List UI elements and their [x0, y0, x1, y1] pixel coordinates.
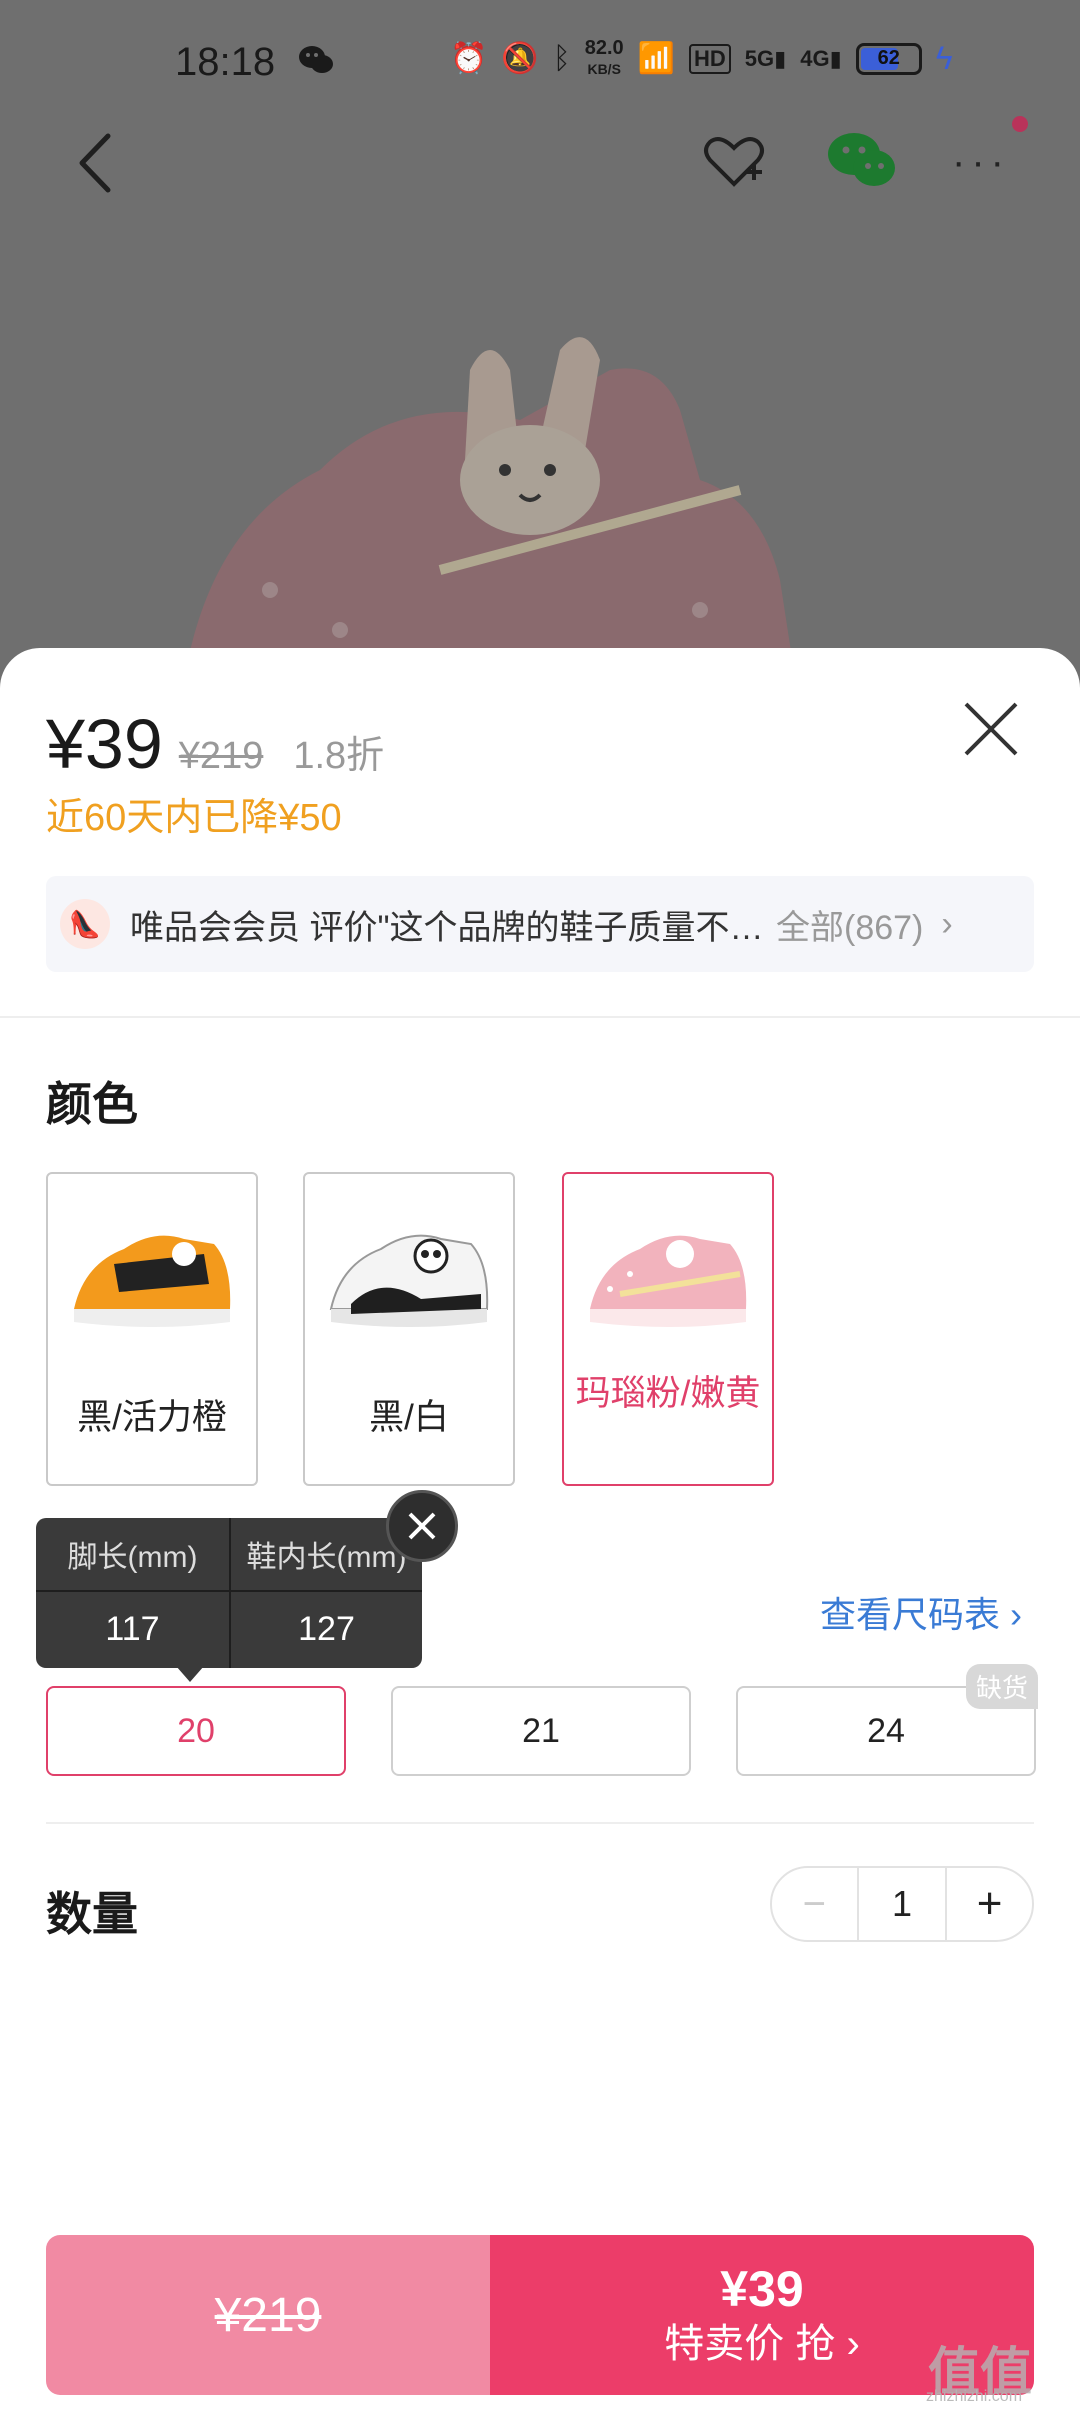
buy-original-price: ¥219 — [214, 2288, 322, 2342]
quantity-minus-button[interactable]: − — [772, 1868, 859, 1940]
notification-dot — [1012, 116, 1028, 132]
size-chart-label: 查看尺码表 — [820, 1594, 1001, 1635]
divider — [0, 1016, 1080, 1018]
sku-selector-sheet: ¥39 ¥219 1.8折 近60天内已降¥50 👠 唯品会会员 评价"这个品牌… — [0, 648, 1080, 2412]
color-section-title: 颜色 — [46, 1078, 138, 1130]
divider — [46, 1822, 1034, 1824]
size-option-label: 21 — [522, 1711, 560, 1750]
size-detail-tooltip: 脚长(mm) 117 鞋内长(mm) 127 — [36, 1518, 422, 1682]
buy-action-label: 特卖价 抢 › — [664, 2322, 860, 2366]
back-arrow-icon[interactable] — [72, 130, 122, 196]
signal-5g-icon: 5G▮ — [744, 45, 787, 71]
close-icon[interactable] — [960, 698, 1022, 760]
battery-icon: 62 — [855, 42, 922, 75]
signal-4g-label: 4G — [800, 45, 830, 71]
quantity-plus-button[interactable]: + — [945, 1868, 1032, 1940]
review-summary-bar[interactable]: 👠 唯品会会员 评价"这个品牌的鞋子质量不… 全部(867) › — [46, 876, 1034, 972]
size-option-21[interactable]: 21 — [391, 1686, 691, 1776]
net-speed-value: 82.0 — [584, 37, 624, 59]
more-options-icon[interactable]: ··· — [952, 140, 1010, 185]
buy-sale-price: ¥39 — [720, 2261, 804, 2317]
tooltip-arrow — [176, 1666, 204, 1682]
wifi-icon: 📶 — [637, 42, 676, 75]
sale-price: ¥39 — [46, 705, 163, 783]
product-page-backdrop[interactable]: 18:18 ⏰ 🔕 ᛒ 82.0 KB/S 📶 HD 5G▮ 4G▮ 62 ϟ — [0, 0, 1080, 700]
wechat-notification-icon — [299, 46, 333, 73]
signal-4g-icon: 4G▮ — [800, 45, 842, 71]
hd-icon: HD — [689, 43, 731, 74]
shoe-thumbnail-orange — [74, 1235, 231, 1327]
net-speed: 82.0 KB/S — [585, 38, 624, 79]
quantity-stepper: − 1 + — [770, 1866, 1034, 1942]
discount-rate: 1.8折 — [293, 735, 385, 777]
wechat-share-icon[interactable] — [826, 130, 896, 192]
size-option-label: 20 — [177, 1711, 215, 1750]
color-option-black-white[interactable]: 黑/白 — [303, 1172, 515, 1486]
status-icons: ⏰ 🔕 ᛒ 82.0 KB/S 📶 HD 5G▮ 4G▮ 62 ϟ — [450, 38, 953, 79]
color-option-label: 黑/活力橙 — [77, 1398, 227, 1437]
signal-5g-label: 5G — [744, 45, 775, 71]
bluetooth-icon: ᛒ — [552, 41, 571, 75]
size-option-24[interactable]: 24 缺货 — [736, 1664, 1038, 1776]
shoe-avatar-icon: 👠 — [60, 899, 110, 949]
charging-icon: ϟ — [935, 40, 953, 76]
original-price: ¥219 — [178, 735, 264, 777]
tooltip-close-icon[interactable] — [386, 1490, 458, 1562]
quantity-value[interactable]: 1 — [859, 1883, 946, 1925]
color-option-agate-pink[interactable]: 玛瑙粉/嫩黄 — [562, 1172, 774, 1486]
price-row: ¥39 ¥219 1.8折 — [46, 704, 384, 784]
color-option-label: 玛瑙粉/嫩黄 — [575, 1374, 761, 1413]
sold-out-badge: 缺货 — [965, 1664, 1038, 1709]
purchase-bar: ¥219 ¥39 特卖价 抢 › — [46, 2235, 1034, 2395]
review-count-link[interactable]: 全部(867) — [776, 900, 923, 949]
size-option-label: 24 — [867, 1711, 905, 1750]
alarm-icon: ⏰ — [450, 42, 488, 75]
size-option-20[interactable]: 20 — [46, 1686, 346, 1776]
top-nav: ··· — [0, 116, 1080, 200]
mute-icon: 🔕 — [501, 42, 539, 75]
quantity-section-title: 数量 — [46, 1888, 138, 1940]
chevron-right-icon: › — [1010, 1594, 1023, 1635]
foot-length-value: 117 — [105, 1609, 160, 1648]
favorite-heart-icon[interactable] — [702, 132, 766, 192]
price-drop-note: 近60天内已降¥50 — [46, 797, 342, 839]
inner-length-value: 127 — [298, 1609, 355, 1648]
net-speed-unit: KB/S — [587, 61, 621, 77]
foot-length-column: 脚长(mm) 117 — [36, 1518, 229, 1668]
status-time: 18:18 — [175, 40, 276, 84]
foot-length-header: 脚长(mm) — [36, 1518, 229, 1592]
size-chart-link[interactable]: 查看尺码表 › — [820, 1586, 1022, 1638]
battery-level: 62 — [877, 47, 900, 69]
color-option-black-orange[interactable]: 黑/活力橙 — [46, 1172, 258, 1486]
status-bar: 18:18 ⏰ 🔕 ᛒ 82.0 KB/S 📶 HD 5G▮ 4G▮ 62 ϟ — [0, 0, 1080, 120]
original-price-button[interactable]: ¥219 — [46, 2235, 490, 2395]
shoe-thumbnail-panda — [329, 1234, 489, 1327]
product-hero-image — [181, 337, 799, 700]
review-snippet: 唯品会会员 评价"这个品牌的鞋子质量不… — [130, 908, 764, 947]
chevron-right-icon: › — [941, 904, 953, 943]
shoe-thumbnail-pink — [590, 1235, 747, 1327]
color-option-label: 黑/白 — [369, 1398, 449, 1437]
watermark-url: zhizhizhi.com — [926, 2388, 1023, 2405]
